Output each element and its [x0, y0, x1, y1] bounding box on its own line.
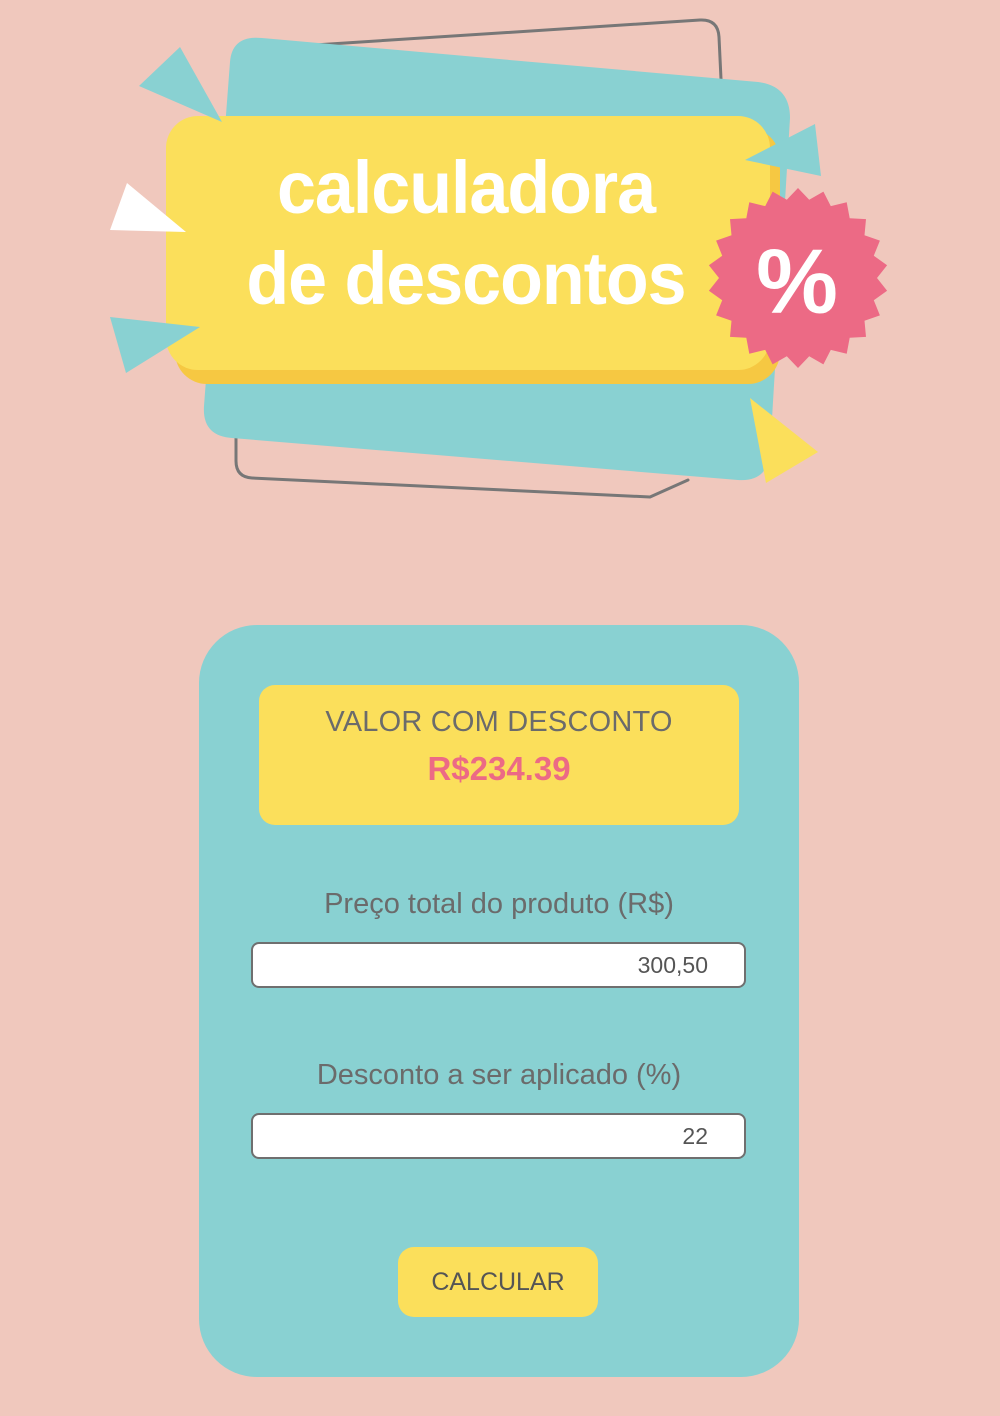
result-label: VALOR COM DESCONTO: [325, 706, 673, 738]
header-banner: calculadora de descontos %: [0, 0, 1000, 540]
calculate-button[interactable]: CALCULAR: [398, 1247, 598, 1317]
percent-symbol: %: [756, 231, 838, 333]
discount-label: Desconto a ser aplicado (%): [316, 1059, 682, 1091]
result-box: VALOR COM DESCONTO R$234.39: [259, 685, 739, 825]
calculator-card: VALOR COM DESCONTO R$234.39 Preço total …: [199, 625, 799, 1377]
result-value: R$234.39: [427, 750, 571, 787]
teal-triangle-top-left: [139, 47, 222, 122]
banner-illustration: calculadora de descontos %: [110, 18, 888, 499]
title-line-2: de descontos: [246, 238, 685, 320]
price-label: Preço total do produto (R$): [324, 888, 674, 920]
price-input[interactable]: [251, 942, 746, 988]
title-line-1: calculadora: [277, 147, 657, 229]
page: calculadora de descontos % VALOR COM DES…: [0, 0, 1000, 1416]
discount-input[interactable]: [251, 1113, 746, 1159]
